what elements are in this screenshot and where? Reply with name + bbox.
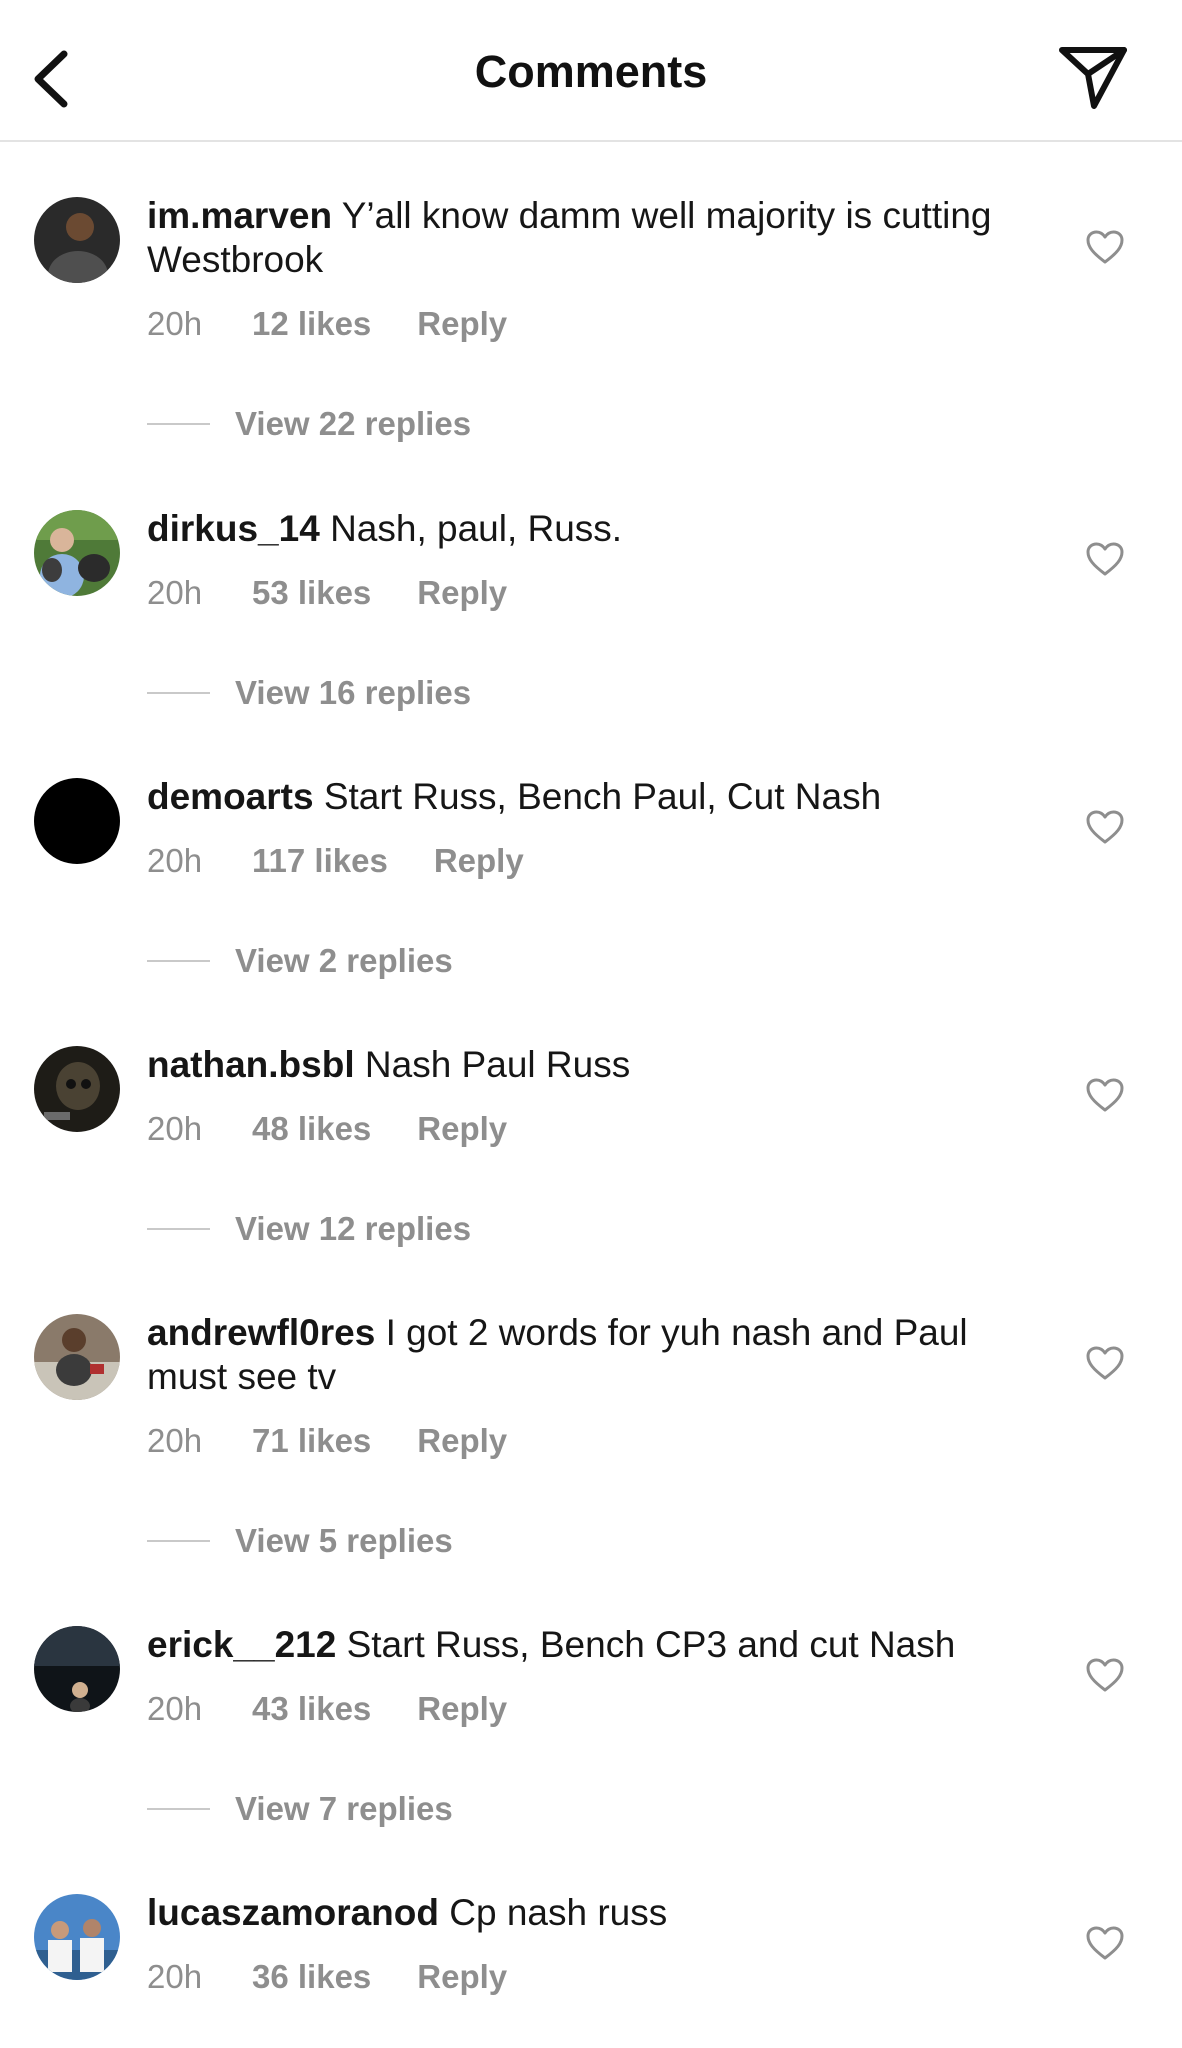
username[interactable]: nathan.bsbl — [147, 1044, 355, 1085]
heart-icon[interactable] — [1085, 1657, 1125, 1693]
view-replies-link[interactable]: View 5 replies — [147, 1522, 453, 1560]
view-replies-label: View 5 replies — [235, 1522, 453, 1559]
comment-time: 20h — [147, 1110, 203, 1147]
avatar[interactable] — [34, 197, 120, 283]
heart-icon[interactable] — [1085, 809, 1125, 845]
view-replies-label: View 12 replies — [235, 1210, 472, 1247]
avatar[interactable] — [34, 1626, 120, 1712]
view-replies-link[interactable]: View 16 replies — [147, 674, 471, 712]
likes-count[interactable]: 43 likes — [252, 1690, 371, 1728]
replies-divider — [147, 1808, 210, 1810]
view-replies-link[interactable]: View 12 replies — [147, 1210, 471, 1248]
view-replies-label: View 2 replies — [235, 942, 453, 979]
replies-divider — [147, 423, 210, 425]
view-replies-link[interactable]: View 2 replies — [147, 942, 453, 980]
view-replies-label: View 22 replies — [235, 405, 472, 442]
comment-text: Cp nash russ — [449, 1892, 668, 1933]
view-replies-link[interactable]: View 7 replies — [147, 1790, 453, 1828]
likes-count[interactable]: 117 likes — [252, 842, 388, 880]
username[interactable]: demoarts — [147, 776, 314, 817]
comment-time: 20h — [147, 305, 203, 342]
username[interactable]: erick__212 — [147, 1624, 336, 1665]
comment-time: 20h — [147, 1958, 203, 1995]
likes-count[interactable]: 71 likes — [252, 1422, 371, 1460]
username[interactable]: dirkus_14 — [147, 508, 320, 549]
comment-text: Start Russ, Bench Paul, Cut Nash — [323, 776, 882, 817]
replies-divider — [147, 1228, 210, 1230]
likes-count[interactable]: 48 likes — [252, 1110, 371, 1148]
replies-divider — [147, 692, 210, 694]
heart-icon[interactable] — [1085, 541, 1125, 577]
likes-count[interactable]: 53 likes — [252, 574, 371, 612]
comment-time: 20h — [147, 842, 203, 879]
comment-time: 20h — [147, 574, 203, 611]
heart-icon[interactable] — [1085, 1345, 1125, 1381]
reply-button[interactable]: Reply — [417, 305, 507, 343]
heart-icon[interactable] — [1085, 1925, 1125, 1961]
paper-plane-icon[interactable] — [1058, 44, 1128, 112]
username[interactable]: lucaszamoranod — [147, 1892, 439, 1933]
username[interactable]: andrewfl0res — [147, 1312, 375, 1353]
likes-count[interactable]: 12 likes — [252, 305, 371, 343]
replies-divider — [147, 960, 210, 962]
comment-text: Start Russ, Bench CP3 and cut Nash — [346, 1624, 956, 1665]
view-replies-label: View 16 replies — [235, 674, 472, 711]
comments-header: Comments — [0, 0, 1182, 142]
heart-icon[interactable] — [1085, 229, 1125, 265]
reply-button[interactable]: Reply — [417, 1422, 507, 1460]
reply-button[interactable]: Reply — [434, 842, 524, 880]
avatar[interactable] — [34, 1046, 120, 1132]
likes-count[interactable]: 36 likes — [252, 1958, 371, 1996]
avatar[interactable] — [34, 778, 120, 864]
username[interactable]: im.marven — [147, 195, 332, 236]
comment-time: 20h — [147, 1422, 203, 1459]
heart-icon[interactable] — [1085, 1077, 1125, 1113]
reply-button[interactable]: Reply — [417, 1690, 507, 1728]
avatar[interactable] — [34, 1894, 120, 1980]
comment-time: 20h — [147, 1690, 203, 1727]
avatar[interactable] — [34, 510, 120, 596]
avatar[interactable] — [34, 1314, 120, 1400]
page-title: Comments — [474, 46, 708, 97]
reply-button[interactable]: Reply — [417, 1110, 507, 1148]
reply-button[interactable]: Reply — [417, 574, 507, 612]
view-replies-label: View 7 replies — [235, 1790, 453, 1827]
replies-divider — [147, 1540, 210, 1542]
comment-text: Nash, paul, Russ. — [330, 508, 623, 549]
view-replies-link[interactable]: View 22 replies — [147, 405, 471, 443]
comment-text: Nash Paul Russ — [364, 1044, 631, 1085]
reply-button[interactable]: Reply — [417, 1958, 507, 1996]
